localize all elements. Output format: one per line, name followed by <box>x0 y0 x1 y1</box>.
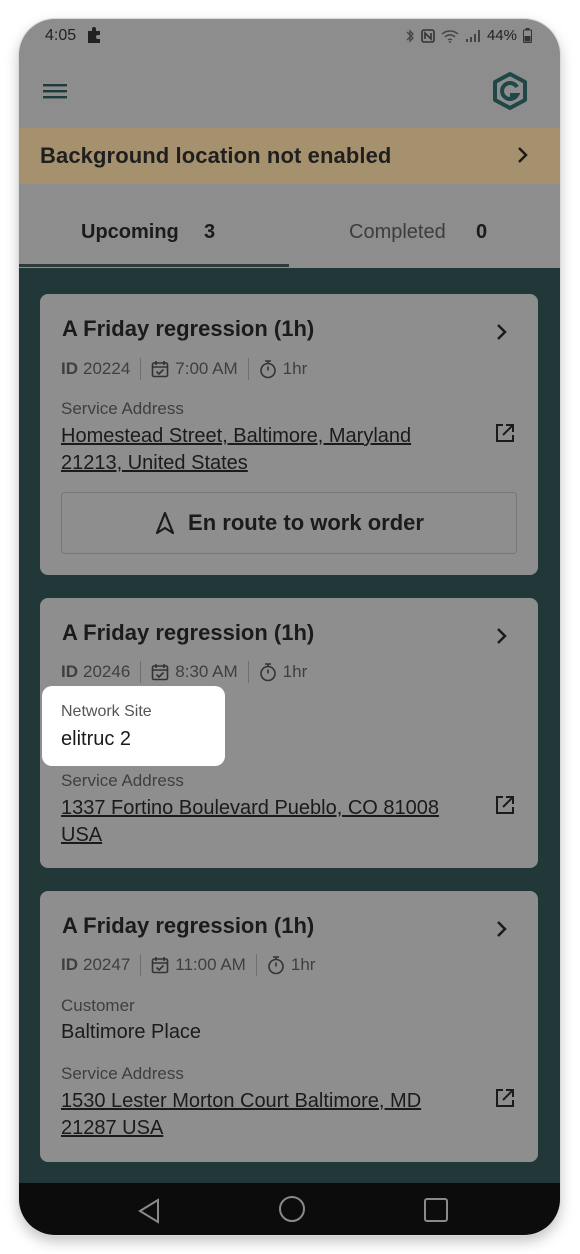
divider <box>140 661 142 683</box>
en-route-button[interactable]: En route to work order <box>61 492 517 554</box>
work-order-card[interactable]: A Friday regression (1h) ID 20224 7:00 A… <box>40 294 538 575</box>
service-address-label: Service Address <box>61 771 184 790</box>
work-order-id: 20246 <box>83 662 131 681</box>
scheduled-time: 8:30 AM <box>175 662 238 681</box>
duration: 1hr <box>282 662 308 681</box>
home-icon[interactable] <box>278 1195 306 1223</box>
location-banner[interactable]: Background location not enabled <box>19 128 560 184</box>
battery-percent: 44% <box>486 27 517 44</box>
chevron-right-icon <box>518 147 528 163</box>
wifi-icon <box>441 29 459 43</box>
scheduled-time: 7:00 AM <box>175 359 238 378</box>
status-time: 4:05 <box>45 27 77 44</box>
puzzle-icon <box>88 27 100 43</box>
network-site-label: Network Site <box>61 703 152 720</box>
id-key: ID <box>61 359 78 378</box>
divider <box>247 661 249 683</box>
external-link-icon[interactable] <box>494 1087 516 1109</box>
network-site-highlight: Network Site elitruc 2 <box>42 686 225 766</box>
id-key: ID <box>61 662 78 681</box>
card-meta: ID 20247 11:00 AM 1hr <box>61 954 315 976</box>
network-site-value: elitruc 2 <box>61 728 132 750</box>
system-nav-bar <box>19 1183 560 1235</box>
id-key: ID <box>61 955 78 974</box>
recent-apps-icon[interactable] <box>423 1197 449 1223</box>
service-address-link[interactable]: 1337 Fortino Boulevard Pueblo, CO 81008 … <box>61 795 481 849</box>
duration: 1hr <box>290 955 316 974</box>
customer-label: Customer <box>61 996 135 1015</box>
status-bar: 4:05 44% <box>19 19 560 55</box>
banner-text: Background location not enabled <box>40 143 392 168</box>
stopwatch-icon <box>259 360 276 379</box>
tab-bar: Upcoming 3 Completed 0 <box>19 184 560 268</box>
app-logo-icon <box>493 72 527 110</box>
bluetooth-icon <box>406 28 414 43</box>
divider <box>140 358 142 380</box>
stopwatch-icon <box>259 663 276 682</box>
tab-completed-count: 0 <box>476 221 488 243</box>
tab-completed-label: Completed <box>349 221 446 243</box>
work-order-id: 20224 <box>83 359 131 378</box>
signal-icon <box>465 29 480 42</box>
external-link-icon[interactable] <box>494 422 516 444</box>
status-icons: 44% <box>405 27 532 44</box>
divider <box>255 954 257 976</box>
card-title: A Friday regression (1h) <box>62 316 315 341</box>
tab-upcoming-count: 3 <box>204 221 216 243</box>
external-link-icon[interactable] <box>494 794 516 816</box>
tab-upcoming[interactable]: Upcoming 3 <box>19 184 289 268</box>
chevron-right-icon[interactable] <box>496 626 508 646</box>
stopwatch-icon <box>268 956 284 975</box>
divider <box>247 358 249 380</box>
en-route-label: En route to work order <box>188 510 424 535</box>
service-address-link[interactable]: Homestead Street, Baltimore, Maryland 21… <box>61 423 471 477</box>
hamburger-menu-icon[interactable] <box>41 79 71 105</box>
battery-icon <box>523 28 532 43</box>
service-address-link[interactable]: 1530 Lester Morton Court Baltimore, MD 2… <box>61 1088 471 1142</box>
divider <box>140 954 142 976</box>
nfc-icon <box>421 28 435 43</box>
calendar-check-icon <box>151 957 169 974</box>
scheduled-time: 11:00 AM <box>175 955 246 974</box>
service-address-label: Service Address <box>61 1064 184 1083</box>
card-title: A Friday regression (1h) <box>62 620 315 645</box>
card-meta: ID 20224 7:00 AM 1hr <box>61 358 307 380</box>
app-bar <box>19 57 560 127</box>
chevron-right-icon[interactable] <box>496 322 508 342</box>
duration: 1hr <box>282 359 308 378</box>
customer-value: Baltimore Place <box>61 1021 202 1043</box>
tab-completed[interactable]: Completed 0 <box>290 184 560 268</box>
service-address-label: Service Address <box>61 399 184 418</box>
navigation-arrow-icon <box>155 511 175 535</box>
back-icon[interactable] <box>136 1197 162 1225</box>
tab-indicator <box>19 264 289 267</box>
work-order-id: 20247 <box>83 955 131 974</box>
calendar-check-icon <box>151 361 169 378</box>
card-title: A Friday regression (1h) <box>62 913 315 938</box>
card-meta: ID 20246 8:30 AM 1hr <box>61 661 307 683</box>
calendar-check-icon <box>151 664 169 681</box>
work-order-card[interactable]: A Friday regression (1h) ID 20247 11:00 … <box>40 891 538 1162</box>
phone-frame: 4:05 44% Background location not enabled <box>19 19 560 1235</box>
chevron-right-icon[interactable] <box>496 919 508 939</box>
tab-upcoming-label: Upcoming <box>81 221 179 243</box>
